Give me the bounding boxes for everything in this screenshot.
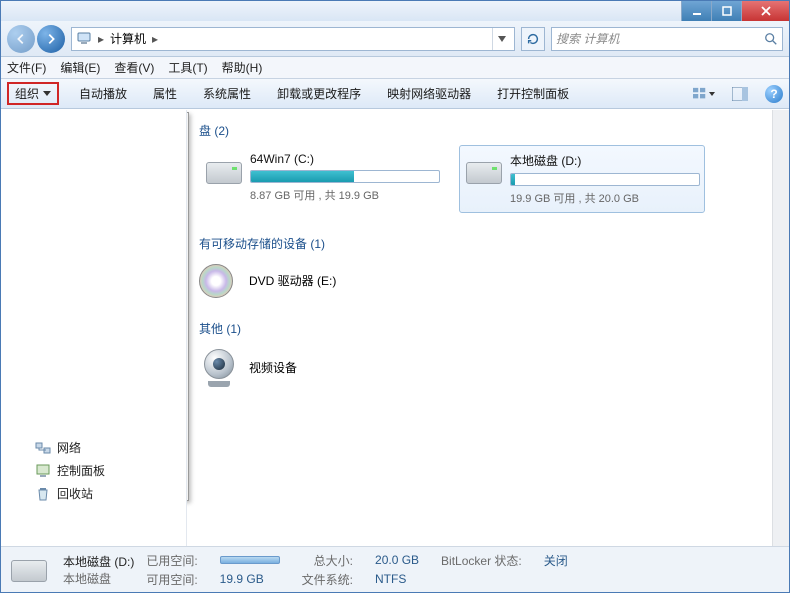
details-fs-value: NTFS bbox=[375, 572, 419, 586]
details-bitlocker-value: 关闭 bbox=[544, 552, 568, 569]
content-pane: ✂剪切 ⧉复制 📋粘贴 撤消 恢复 全选 ▦布局▸ 文件夹和搜索选项 ✕删除 重… bbox=[187, 110, 789, 546]
menu-edit[interactable]: 编辑(E) bbox=[60, 59, 100, 76]
recycle-bin-icon bbox=[35, 486, 51, 502]
sidebar-item-control-panel[interactable]: 控制面板 bbox=[1, 459, 186, 482]
help-button[interactable]: ? bbox=[765, 85, 783, 103]
menu-help[interactable]: 帮助(H) bbox=[222, 59, 263, 76]
view-options-button[interactable] bbox=[693, 83, 715, 105]
breadcrumb-computer[interactable]: 计算机 bbox=[110, 30, 146, 47]
device-video[interactable]: 视频设备 bbox=[199, 343, 777, 391]
breadcrumb-sep: ▸ bbox=[150, 32, 160, 46]
search-placeholder: 搜索 计算机 bbox=[556, 30, 764, 47]
details-bitlocker-label: BitLocker 状态: bbox=[441, 552, 522, 569]
capacity-bar bbox=[250, 170, 440, 183]
section-other[interactable]: 其他 (1) bbox=[199, 316, 777, 343]
webcam-icon bbox=[199, 347, 239, 387]
breadcrumb-sep: ▸ bbox=[96, 32, 106, 46]
details-type: 本地磁盘 bbox=[63, 570, 134, 587]
map-drive-button[interactable]: 映射网络驱动器 bbox=[381, 83, 477, 104]
dvd-icon bbox=[199, 262, 239, 298]
details-used-label: 已用空间: bbox=[146, 552, 197, 569]
uninstall-button[interactable]: 卸载或更改程序 bbox=[271, 83, 367, 104]
details-free-label: 可用空间: bbox=[146, 571, 197, 588]
menu-file[interactable]: 文件(F) bbox=[7, 59, 46, 76]
details-free-value: 19.9 GB bbox=[220, 572, 280, 586]
menu-bar: 文件(F) 编辑(E) 查看(V) 工具(T) 帮助(H) bbox=[1, 57, 789, 79]
drive-label: 64Win7 (C:) bbox=[250, 152, 440, 166]
details-title: 本地磁盘 (D:) bbox=[63, 553, 134, 570]
device-label: 视频设备 bbox=[249, 359, 297, 376]
details-pane: 本地磁盘 (D:) 本地磁盘 已用空间: 总大小: 20.0 GB BitLoc… bbox=[1, 546, 789, 592]
drive-label: DVD 驱动器 (E:) bbox=[249, 272, 336, 289]
section-hard-disks[interactable]: 盘 (2) bbox=[199, 118, 777, 145]
autoplay-button[interactable]: 自动播放 bbox=[73, 83, 133, 104]
back-button[interactable] bbox=[7, 25, 35, 53]
system-properties-button[interactable]: 系统属性 bbox=[197, 83, 257, 104]
command-bar: 组织 自动播放 属性 系统属性 卸载或更改程序 映射网络驱动器 打开控制面板 ? bbox=[1, 79, 789, 109]
drive-d[interactable]: 本地磁盘 (D:) 19.9 GB 可用 , 共 20.0 GB bbox=[459, 145, 705, 213]
navigation-row: ▸ 计算机 ▸ 搜索 计算机 bbox=[1, 21, 789, 57]
menu-view[interactable]: 查看(V) bbox=[114, 59, 154, 76]
details-total-label: 总大小: bbox=[302, 552, 353, 569]
drive-dvd[interactable]: DVD 驱动器 (E:) bbox=[199, 258, 777, 302]
search-icon bbox=[764, 32, 778, 46]
preview-pane-button[interactable] bbox=[729, 83, 751, 105]
organize-button[interactable]: 组织 bbox=[7, 82, 59, 105]
drive-free-text: 8.87 GB 可用 , 共 19.9 GB bbox=[250, 187, 440, 203]
hard-disk-icon bbox=[466, 152, 502, 192]
refresh-button[interactable] bbox=[521, 27, 545, 51]
drive-label: 本地磁盘 (D:) bbox=[510, 152, 700, 169]
network-icon bbox=[35, 440, 51, 456]
hard-disk-icon bbox=[206, 152, 242, 192]
details-used-value bbox=[220, 553, 280, 567]
navigation-pane: 网络 控制面板 回收站 bbox=[1, 110, 187, 546]
address-bar[interactable]: ▸ 计算机 ▸ bbox=[71, 27, 515, 51]
hard-disk-icon bbox=[11, 552, 51, 588]
organize-menu: ✂剪切 ⧉复制 📋粘贴 撤消 恢复 全选 ▦布局▸ 文件夹和搜索选项 ✕删除 重… bbox=[187, 112, 189, 501]
search-input[interactable]: 搜索 计算机 bbox=[551, 27, 783, 51]
forward-button[interactable] bbox=[37, 25, 65, 53]
title-bar bbox=[1, 1, 789, 21]
capacity-bar bbox=[510, 173, 700, 186]
section-removable[interactable]: 有可移动存储的设备 (1) bbox=[199, 231, 777, 258]
maximize-button[interactable] bbox=[711, 1, 741, 21]
address-dropdown[interactable] bbox=[492, 28, 510, 50]
sidebar-item-network[interactable]: 网络 bbox=[1, 436, 186, 459]
computer-icon bbox=[76, 31, 92, 47]
details-total-value: 20.0 GB bbox=[375, 553, 419, 567]
properties-button[interactable]: 属性 bbox=[147, 83, 183, 104]
minimize-button[interactable] bbox=[681, 1, 711, 21]
close-button[interactable] bbox=[741, 1, 789, 21]
drive-free-text: 19.9 GB 可用 , 共 20.0 GB bbox=[510, 190, 700, 206]
vertical-scrollbar[interactable] bbox=[772, 110, 789, 546]
drive-c[interactable]: 64Win7 (C:) 8.87 GB 可用 , 共 19.9 GB bbox=[199, 145, 445, 213]
open-control-panel-button[interactable]: 打开控制面板 bbox=[491, 83, 575, 104]
sidebar-item-recycle-bin[interactable]: 回收站 bbox=[1, 482, 186, 505]
menu-tools[interactable]: 工具(T) bbox=[168, 59, 207, 76]
control-panel-icon bbox=[35, 463, 51, 479]
details-fs-label: 文件系统: bbox=[302, 571, 353, 588]
